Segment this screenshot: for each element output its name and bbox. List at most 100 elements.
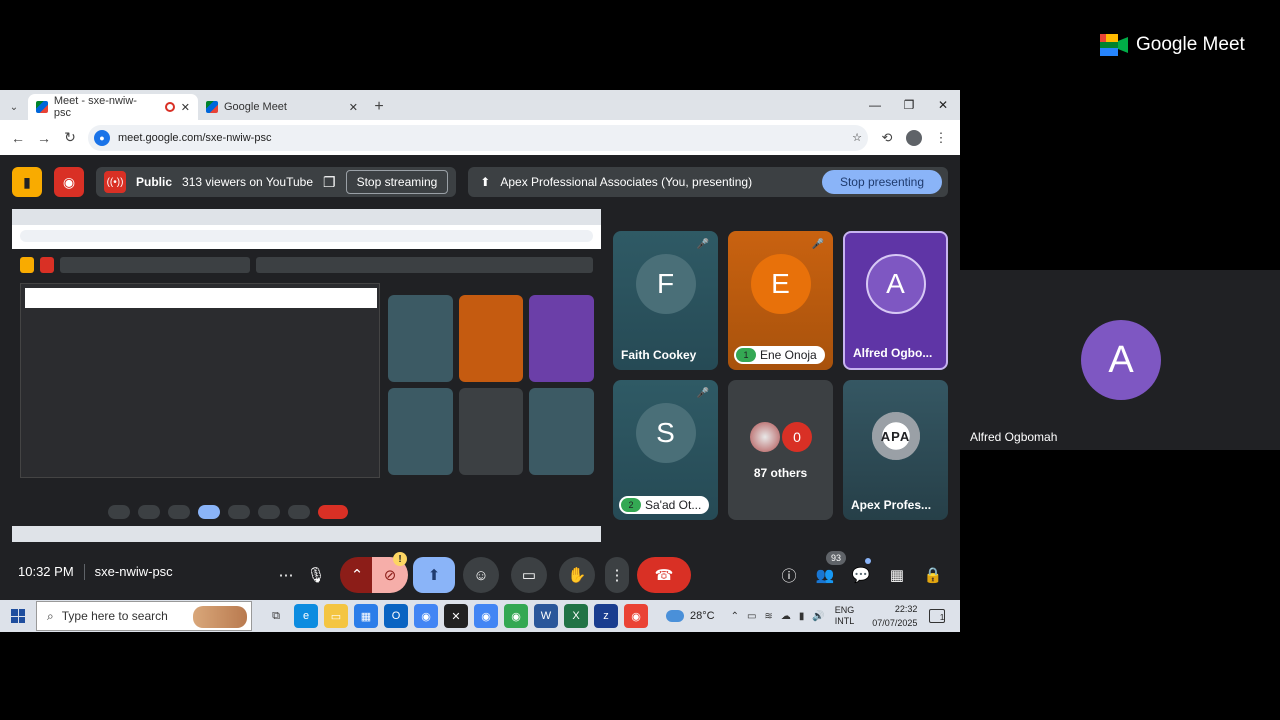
recording-button[interactable]: ◉ xyxy=(54,167,84,197)
activities-icon[interactable]: ▮ xyxy=(12,167,42,197)
weather-widget[interactable]: 28°C xyxy=(666,610,715,622)
edge-icon[interactable]: e xyxy=(294,604,318,628)
others-initial-avatar: 0 xyxy=(782,422,812,452)
participant-tile[interactable]: 🎤 F Faith Cookey xyxy=(613,231,718,370)
excel-icon[interactable]: X xyxy=(564,604,588,628)
browser-window: ⌄ Meet - sxe-nwiw-psc ✕ Google Meet ✕ + … xyxy=(0,90,960,155)
captions-icon[interactable]: ▭ xyxy=(511,557,547,593)
stop-streaming-button[interactable]: Stop streaming xyxy=(345,170,449,194)
nested-control xyxy=(288,505,310,519)
address-bar: ← → ↻ ● meet.google.com/sxe-nwiw-psc ☆ ⟲… xyxy=(0,120,960,155)
reload-icon[interactable]: ↻ xyxy=(62,129,78,146)
battery-icon[interactable]: ▭ xyxy=(747,611,756,622)
store-icon[interactable]: ▦ xyxy=(354,604,378,628)
camera-options-icon[interactable]: ⌃ xyxy=(340,557,374,593)
zoom-icon[interactable]: z xyxy=(594,604,618,628)
extensions-icon[interactable]: ⟲ xyxy=(878,130,896,146)
emoji-icon[interactable]: ☺ xyxy=(463,557,499,593)
speaker-avatar: A xyxy=(1081,320,1161,400)
bookmark-star-icon[interactable]: ☆ xyxy=(852,131,862,144)
nested-top-bar xyxy=(20,257,593,273)
brand-text: Google Meet xyxy=(1136,34,1245,55)
mic-off-icon: 🎤 xyxy=(696,387,710,399)
file-explorer-icon[interactable]: ▭ xyxy=(324,604,348,628)
nested-activities-icon xyxy=(20,257,34,273)
clock-time: 22:32 xyxy=(894,604,918,614)
participant-tile[interactable]: APA Apex Profes... xyxy=(843,380,948,520)
system-tray: ⌃ ▭ ≋ ☁ ▮ 🔊 xyxy=(731,611,825,622)
minimize-icon[interactable]: — xyxy=(858,90,892,120)
language-indicator[interactable]: ENG INTL xyxy=(835,605,855,627)
meeting-details-icon[interactable]: ⓘ xyxy=(775,557,803,593)
close-tab-icon[interactable]: ✕ xyxy=(349,101,358,114)
nested-control xyxy=(108,505,130,519)
recording-canvas: ⌄ Meet - sxe-nwiw-psc ✕ Google Meet ✕ + … xyxy=(0,0,1280,720)
search-placeholder: Type here to search xyxy=(61,609,168,623)
search-highlight-image xyxy=(193,606,247,628)
chrome-profile-icon[interactable]: ◉ xyxy=(474,604,498,628)
chrome-icon[interactable]: ◉ xyxy=(414,604,438,628)
show-hidden-icon[interactable]: ⌃ xyxy=(731,611,739,622)
close-window-icon[interactable]: ✕ xyxy=(926,90,960,120)
tab-meet[interactable]: Meet - sxe-nwiw-psc ✕ xyxy=(28,94,198,120)
forward-icon[interactable]: → xyxy=(36,130,52,146)
chrome-profile-2-icon[interactable]: ◉ xyxy=(504,604,528,628)
host-controls-icon[interactable]: 🔒 xyxy=(919,557,947,593)
profile-avatar[interactable] xyxy=(906,129,922,146)
participant-tile-active[interactable]: A Alfred Ogbo... xyxy=(843,231,948,370)
activities-grid-icon[interactable]: ▦ xyxy=(883,557,911,593)
volume-icon[interactable]: 🔊 xyxy=(812,611,824,622)
chat-icon[interactable]: 💬 xyxy=(847,557,875,593)
hand-raise-badge: 1 xyxy=(736,348,756,362)
site-mic-icon[interactable]: ● xyxy=(94,129,110,146)
stop-presenting-button[interactable]: Stop presenting xyxy=(821,170,942,194)
copy-link-icon[interactable]: ❐ xyxy=(323,174,336,191)
nested-spacer xyxy=(20,505,100,519)
mic-tray-icon[interactable]: ▮ xyxy=(799,611,805,622)
restore-icon[interactable]: ❐ xyxy=(892,90,926,120)
tab-search-icon[interactable]: ⌄ xyxy=(0,94,28,120)
nested-control xyxy=(258,505,280,519)
raise-hand-icon[interactable]: ✋ xyxy=(559,557,595,593)
nested-control xyxy=(138,505,160,519)
meet-logo-icon xyxy=(1100,34,1128,56)
participant-count-badge: 93 xyxy=(826,551,847,565)
wifi-icon[interactable]: ≋ xyxy=(764,611,772,622)
participant-name: Sa'ad Ot... xyxy=(645,498,702,512)
microphone-icon[interactable]: 🎙 xyxy=(300,557,332,593)
tab-label: Meet - sxe-nwiw-psc xyxy=(53,95,137,119)
chrome-active-icon[interactable]: ◉ xyxy=(624,604,648,628)
nested-stream-status xyxy=(60,257,250,273)
nested-tab-strip xyxy=(12,209,601,225)
outlook-icon[interactable]: O xyxy=(384,604,408,628)
presented-screen-thumbnail xyxy=(12,209,601,542)
speaker-panel: Google Meet A Alfred Ogbomah xyxy=(960,0,1280,720)
warning-icon: ! xyxy=(393,552,407,566)
participant-tile[interactable]: 🎤 E 1 Ene Onoja xyxy=(728,231,833,370)
url-field[interactable]: ● meet.google.com/sxe-nwiw-psc ☆ xyxy=(88,124,868,151)
participant-avatar: S xyxy=(635,403,696,464)
taskbar-search[interactable]: ⌕ Type here to search xyxy=(36,601,252,631)
tab-google-meet[interactable]: Google Meet ✕ xyxy=(198,94,366,120)
participant-name: Ene Onoja xyxy=(760,348,817,362)
new-tab-button[interactable]: + xyxy=(366,94,392,120)
system-clock[interactable]: 22:32 07/07/2025 xyxy=(872,602,917,630)
notification-icon[interactable]: 1 xyxy=(929,609,946,623)
cloud-sync-icon[interactable]: ☁ xyxy=(781,611,791,622)
word-icon[interactable]: W xyxy=(534,604,558,628)
windows-start-icon[interactable] xyxy=(0,600,36,632)
back-icon[interactable]: ← xyxy=(10,130,26,146)
others-count: 87 others xyxy=(753,466,808,480)
present-screen-button[interactable]: ⬆ xyxy=(413,557,455,593)
more-options-icon[interactable]: ⋮ xyxy=(605,557,629,593)
task-view-icon[interactable]: ⧉ xyxy=(264,604,288,628)
more-mic-options-icon[interactable]: ⋯ xyxy=(270,557,302,593)
hand-raise-badge: 2 xyxy=(621,498,641,512)
url-text: meet.google.com/sxe-nwiw-psc xyxy=(118,131,272,144)
leave-call-button[interactable]: ☎ xyxy=(637,557,691,593)
others-tile[interactable]: 0 87 others xyxy=(728,380,833,520)
app-icon[interactable]: ✕ xyxy=(444,604,468,628)
menu-dots-icon[interactable]: ⋮ xyxy=(932,130,950,146)
close-tab-icon[interactable]: ✕ xyxy=(181,101,190,114)
participant-tile[interactable]: 🎤 S 2 Sa'ad Ot... xyxy=(613,380,718,520)
